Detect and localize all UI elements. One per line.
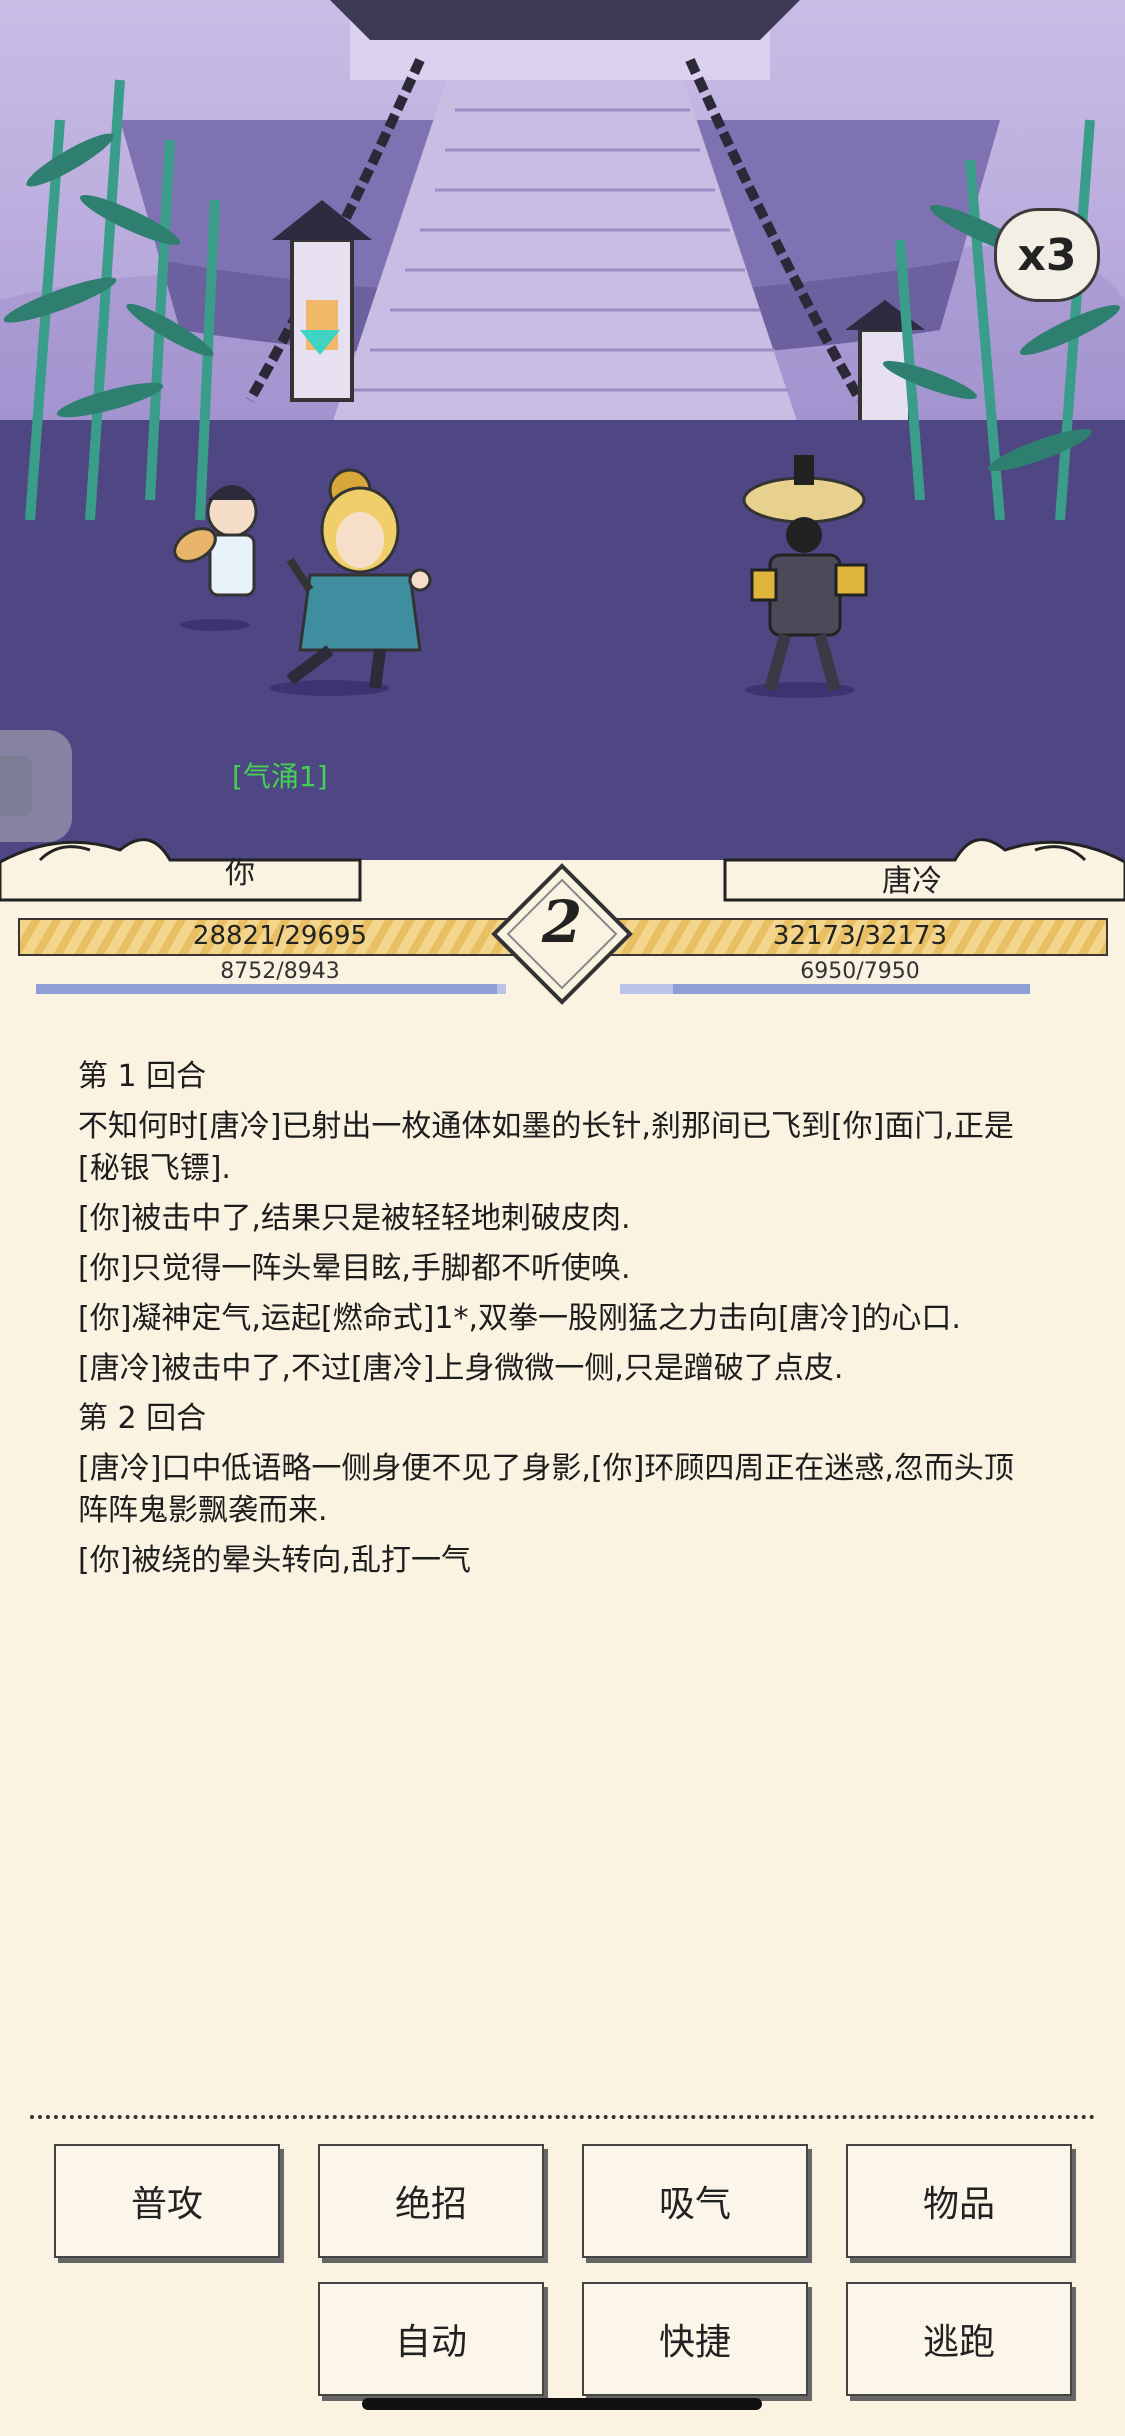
log-line: [唐冷]口中低语略一侧身便不见了身影,[你]环顾四周正在迷惑,忽而头顶阵阵鬼影飘… [78, 1451, 1014, 1528]
log-line: [唐冷]被击中了,不过[唐冷]上身微微一侧,只是蹭破了点皮. [78, 1351, 844, 1386]
log-line: [你]只觉得一阵头晕目眩,手脚都不听使唤. [78, 1251, 631, 1286]
log-line: 第 1 回合 [78, 1059, 207, 1094]
enemy-hp-text: 32173/32173 [772, 921, 948, 951]
scene-background [0, 0, 1125, 860]
log-line: 第 2 回合 [78, 1401, 207, 1436]
player-buff-label: [气涌1] [232, 760, 328, 793]
action-divider [30, 2115, 1095, 2119]
menu-icon [0, 756, 32, 816]
player-hp-text: 28821/29695 [192, 921, 368, 951]
enemy-name: 唐冷 [882, 864, 942, 899]
battle-scene: x3 [气涌1] [0, 0, 1125, 860]
auto-button[interactable]: 自动 [318, 2282, 544, 2396]
items-button[interactable]: 物品 [846, 2144, 1072, 2258]
breathe-button[interactable]: 吸气 [582, 2144, 808, 2258]
flee-button[interactable]: 逃跑 [846, 2282, 1072, 2396]
home-indicator[interactable] [362, 2398, 762, 2410]
battle-log: 第 1 回合 不知何时[唐冷]已射出一枚通体如墨的长针,刹那间已飞到[你]面门,… [78, 1056, 1038, 1590]
round-number: 2 [541, 888, 583, 956]
log-line: [你]被绕的晕头转向,乱打一气 [78, 1543, 471, 1578]
speed-toggle-button[interactable]: x3 [994, 208, 1100, 302]
log-line: [你]凝神定气,运起[燃命式]1*,双拳一股刚猛之力击向[唐冷]的心口. [78, 1301, 961, 1336]
player-mp-text: 8752/8943 [220, 959, 340, 984]
attack-button[interactable]: 普攻 [54, 2144, 280, 2258]
ultimate-button[interactable]: 绝招 [318, 2144, 544, 2258]
enemy-mp-text: 6950/7950 [800, 959, 920, 984]
player-name: 你 [225, 856, 255, 891]
log-line: 不知何时[唐冷]已射出一枚通体如墨的长针,刹那间已飞到[你]面门,正是[秘银飞镖… [78, 1109, 1014, 1186]
log-line: [你]被击中了,结果只是被轻轻地刺破皮肉. [78, 1201, 631, 1236]
shortcut-button[interactable]: 快捷 [582, 2282, 808, 2396]
